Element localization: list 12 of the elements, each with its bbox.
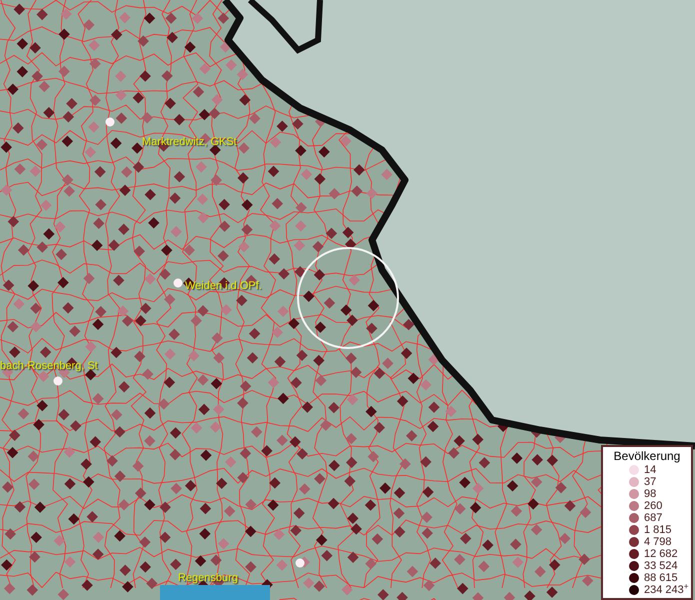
legend-label: 4 798 xyxy=(644,536,672,548)
legend-label: 1 815 xyxy=(644,524,672,536)
legend-label: 33 524 xyxy=(644,560,678,572)
legend-label: 14 xyxy=(644,464,656,476)
legend-label: 12 682 xyxy=(644,548,678,560)
legend-label: 37 xyxy=(644,476,656,488)
legend-label: 88 615 xyxy=(644,572,678,584)
legend-title: Bevölkerung xyxy=(612,449,682,464)
legend-label: 98 xyxy=(644,488,656,500)
legend-label: 687 xyxy=(644,512,662,524)
legend-label: 234 243$^{+}$ xyxy=(644,584,689,596)
legend-label: 260 xyxy=(644,500,662,512)
